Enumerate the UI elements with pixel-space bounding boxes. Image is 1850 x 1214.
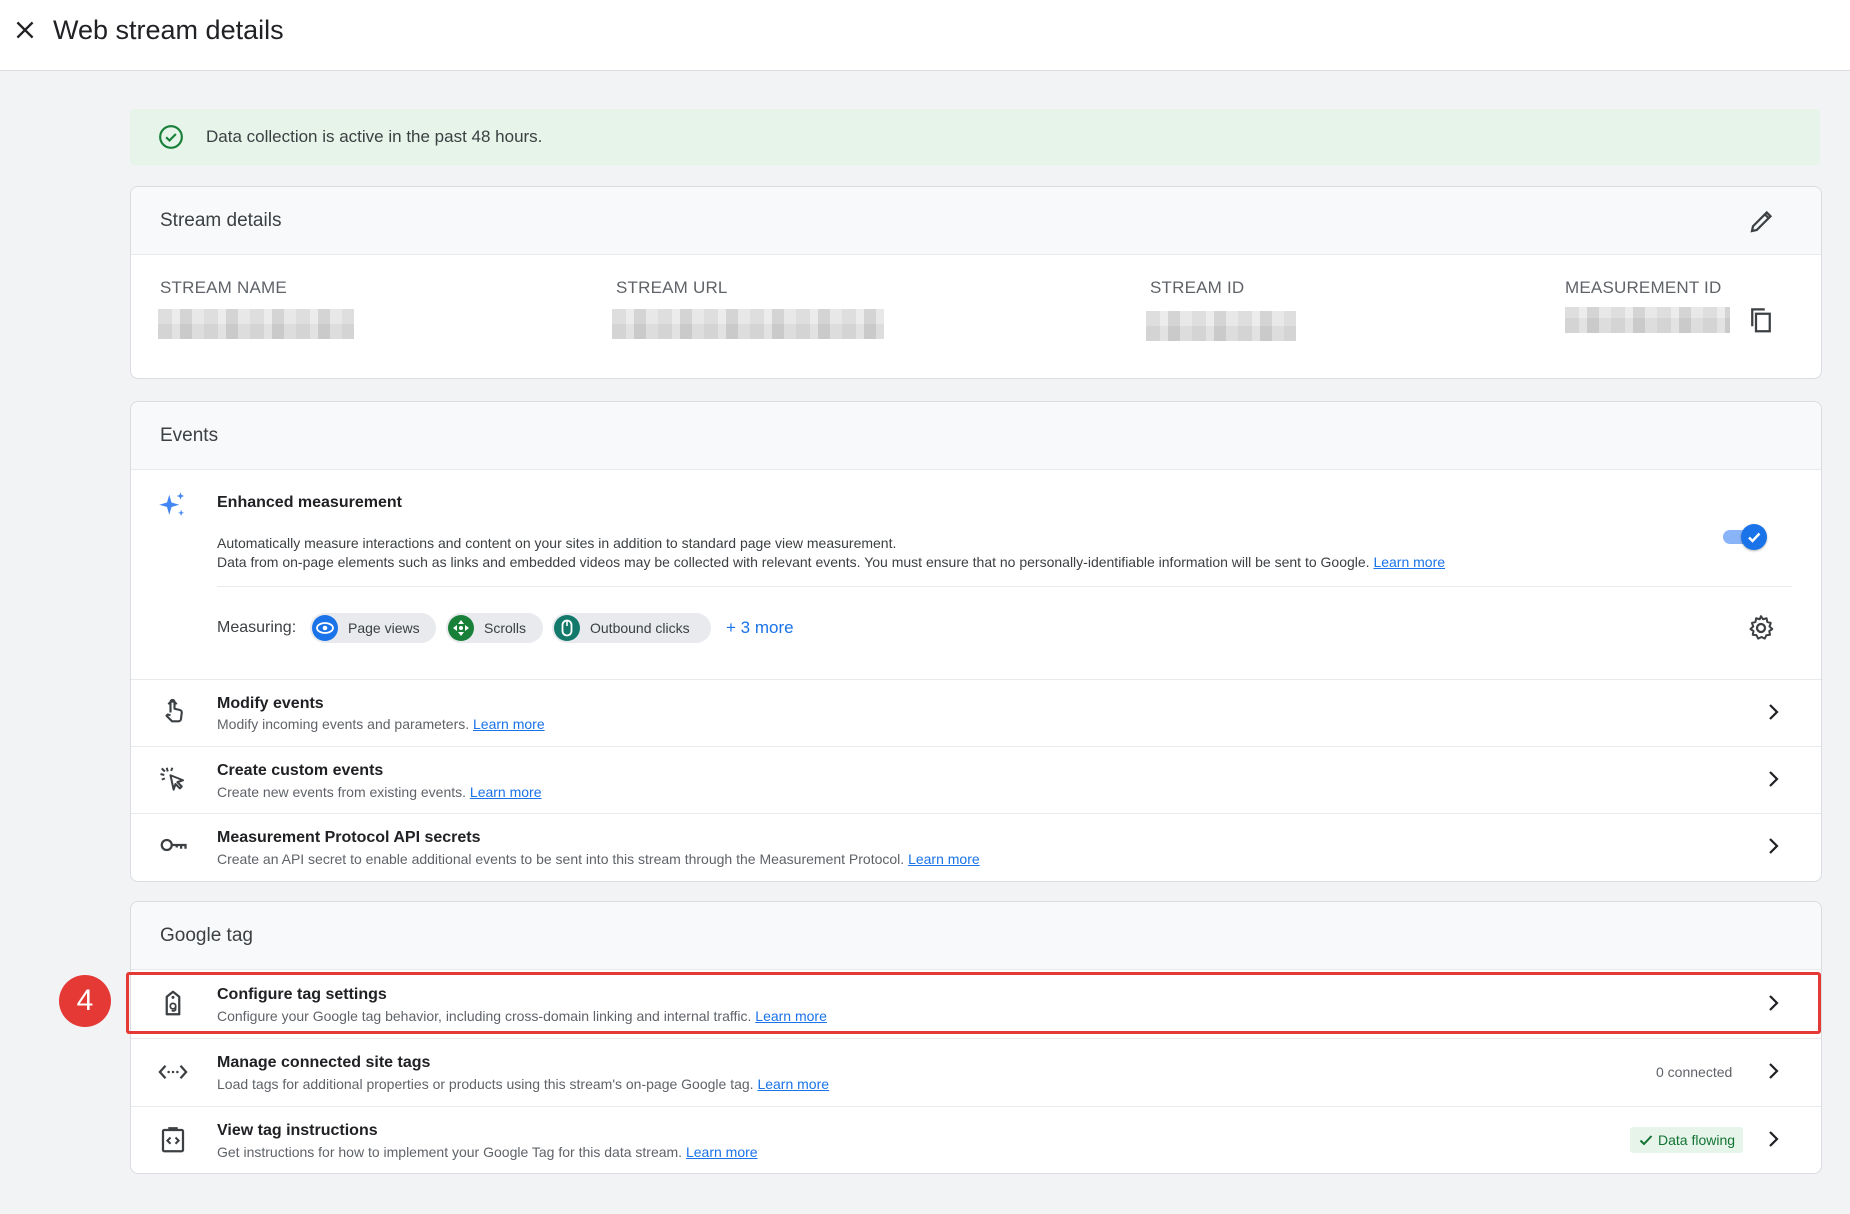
chip-outbound-clicks[interactable]: Outbound clicks <box>552 613 711 643</box>
stream-id-value-redacted <box>1146 311 1296 341</box>
row-title: View tag instructions <box>217 1122 378 1139</box>
chevron-right-icon[interactable] <box>1761 834 1785 858</box>
learn-more-link[interactable]: Learn more <box>686 1144 758 1160</box>
check-icon <box>1639 1135 1653 1146</box>
card-header: Events <box>131 402 1821 470</box>
page-title: Web stream details <box>53 15 284 45</box>
row-desc: Create new events from existing events. … <box>217 784 542 800</box>
enhanced-measurement-title: Enhanced measurement <box>217 494 402 511</box>
divider <box>131 746 1821 747</box>
row-desc-text: Configure your Google tag behavior, incl… <box>217 1008 752 1024</box>
row-desc: Modify incoming events and parameters. L… <box>217 716 545 732</box>
edit-pencil-icon[interactable] <box>1747 206 1777 236</box>
badge-label: Data flowing <box>1658 1132 1736 1148</box>
chip-page-views[interactable]: Page views <box>310 613 436 643</box>
divider <box>217 586 1792 587</box>
divider <box>131 813 1821 814</box>
chevron-right-icon[interactable] <box>1761 991 1785 1015</box>
connected-count-badge: 0 connected <box>1656 1064 1733 1080</box>
check-circle-icon <box>159 125 183 149</box>
cursor-click-icon <box>160 767 184 791</box>
row-desc-text: Create new events from existing events. <box>217 784 467 800</box>
chevron-right-icon[interactable] <box>1761 1059 1785 1083</box>
events-card: Events Enhanced measurement Automaticall… <box>130 401 1822 882</box>
code-clipboard-icon <box>161 1127 185 1153</box>
copy-icon[interactable] <box>1746 305 1776 335</box>
row-desc-text: Load tags for additional properties or p… <box>217 1076 754 1092</box>
enhanced-measurement-toggle[interactable] <box>1721 522 1767 550</box>
learn-more-link[interactable]: Learn more <box>470 784 542 800</box>
measurement-id-label: MEASUREMENT ID <box>1565 278 1722 297</box>
learn-more-link[interactable]: Learn more <box>755 1008 827 1024</box>
status-alert: Data collection is active in the past 48… <box>130 109 1820 165</box>
row-desc-text: Modify incoming events and parameters. <box>217 716 470 732</box>
sparkle-icon <box>159 492 185 516</box>
gear-icon[interactable] <box>1746 613 1776 643</box>
close-icon[interactable] <box>12 17 38 43</box>
stream-name-value-redacted <box>158 309 354 339</box>
chip-scrolls[interactable]: Scrolls <box>446 613 543 643</box>
chip-label: Scrolls <box>484 620 527 636</box>
card-title: Stream details <box>160 210 282 231</box>
row-desc: Configure your Google tag behavior, incl… <box>217 1008 827 1024</box>
divider <box>131 1038 1821 1039</box>
card-header: Google tag <box>131 902 1821 970</box>
row-desc-text: Create an API secret to enable additiona… <box>217 851 905 867</box>
row-desc: Get instructions for how to implement yo… <box>217 1144 758 1160</box>
learn-more-link[interactable]: Learn more <box>757 1076 829 1092</box>
more-measurements-link[interactable]: + 3 more <box>726 618 794 638</box>
row-title: Modify events <box>217 695 324 712</box>
measurement-id-value-redacted <box>1565 307 1730 333</box>
chip-label: Page views <box>348 620 420 636</box>
row-desc: Create an API secret to enable additiona… <box>217 851 980 867</box>
tag-icon <box>165 990 181 1016</box>
card-header: Stream details <box>131 187 1821 255</box>
stream-details-card: Stream details STREAM NAME STREAM URL ST… <box>130 186 1822 379</box>
divider <box>131 679 1821 680</box>
toggle-knob <box>1741 524 1767 550</box>
row-title: Create custom events <box>217 762 384 779</box>
enhanced-measurement-desc-2: Data from on-page elements such as links… <box>217 554 1445 570</box>
scroll-icon <box>448 615 474 641</box>
eye-icon <box>312 615 338 641</box>
google-tag-card: Google tag Configure tag settings Config… <box>130 901 1822 1174</box>
row-title: Configure tag settings <box>217 986 387 1003</box>
row-desc-text: Get instructions for how to implement yo… <box>217 1144 683 1160</box>
key-icon <box>160 838 187 852</box>
enhanced-measurement-desc-1: Automatically measure interactions and c… <box>217 535 897 551</box>
learn-more-link[interactable]: Learn more <box>908 851 980 867</box>
stream-url-label: STREAM URL <box>616 278 728 297</box>
touch-icon <box>165 698 183 723</box>
step-number-badge: 4 <box>59 975 111 1027</box>
alert-text: Data collection is active in the past 48… <box>206 127 543 146</box>
row-desc: Load tags for additional properties or p… <box>217 1076 829 1092</box>
check-icon <box>1748 532 1761 543</box>
data-flowing-badge: Data flowing <box>1630 1127 1744 1153</box>
stream-url-value-redacted <box>612 309 884 339</box>
learn-more-link[interactable]: Learn more <box>1373 554 1445 570</box>
chevron-right-icon[interactable] <box>1761 1127 1785 1151</box>
row-title: Manage connected site tags <box>217 1054 431 1071</box>
stream-id-label: STREAM ID <box>1150 278 1245 297</box>
measuring-label: Measuring: <box>217 619 297 636</box>
card-title: Google tag <box>160 925 253 946</box>
stream-name-label: STREAM NAME <box>160 278 287 297</box>
top-bar: Web stream details <box>0 0 1850 71</box>
chevron-right-icon[interactable] <box>1761 700 1785 724</box>
enhanced-measurement-desc-2-text: Data from on-page elements such as links… <box>217 554 1370 570</box>
chevron-right-icon[interactable] <box>1761 767 1785 791</box>
code-arrows-icon <box>158 1064 188 1080</box>
chip-label: Outbound clicks <box>590 620 690 636</box>
learn-more-link[interactable]: Learn more <box>473 716 545 732</box>
mouse-icon <box>554 615 580 641</box>
card-title: Events <box>160 425 219 446</box>
row-title: Measurement Protocol API secrets <box>217 829 481 846</box>
divider <box>131 1106 1821 1107</box>
